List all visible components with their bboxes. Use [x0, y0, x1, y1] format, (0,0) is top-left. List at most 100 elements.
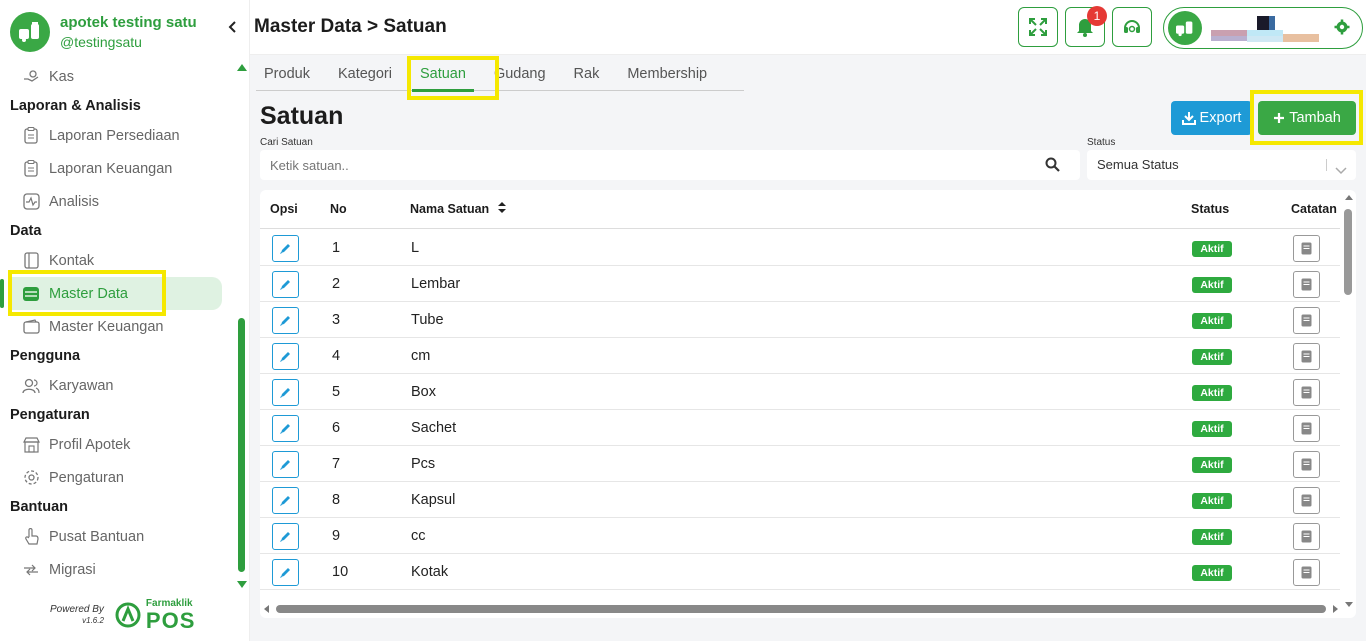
- search-input[interactable]: [260, 150, 1020, 180]
- pencil-icon: [280, 352, 290, 362]
- table-scroll-thumb[interactable]: [1344, 209, 1352, 295]
- satuan-name: L: [411, 240, 420, 256]
- sidebar-item-laporan-persediaan[interactable]: Laporan Persediaan: [0, 119, 222, 152]
- headset-icon: [1124, 20, 1140, 33]
- edit-button[interactable]: [272, 307, 299, 334]
- sidebar-menu: Kas Laporan & Analisis Laporan Persediaa…: [0, 60, 232, 586]
- edit-button[interactable]: [272, 271, 299, 298]
- pencil-icon: [280, 244, 290, 254]
- user-avatar: [1168, 11, 1202, 45]
- scroll-down-arrow-icon[interactable]: [237, 581, 247, 588]
- tab-rak[interactable]: Rak: [566, 58, 608, 90]
- brand: apotek testing satu @testingsatu: [10, 12, 197, 52]
- edit-button[interactable]: [272, 343, 299, 370]
- sidebar-item-pengaturan[interactable]: Pengaturan: [0, 461, 222, 494]
- tab-kategori[interactable]: Kategori: [330, 58, 400, 90]
- sidebar-item-profil-apotek[interactable]: Profil Apotek: [0, 428, 222, 461]
- support-button[interactable]: [1112, 7, 1152, 47]
- edit-button[interactable]: [272, 487, 299, 514]
- scroll-up-arrow-icon[interactable]: [237, 64, 247, 71]
- sidebar-item-label: Laporan Keuangan: [49, 160, 173, 177]
- pencil-icon: [280, 424, 290, 434]
- edit-button[interactable]: [272, 379, 299, 406]
- farmaklik-logo-icon: [115, 602, 141, 628]
- sidebar-scroll-thumb[interactable]: [238, 318, 245, 572]
- column-no: No: [330, 202, 347, 216]
- note-button[interactable]: [1293, 235, 1320, 262]
- satuan-name: Lembar: [411, 276, 461, 292]
- pharmacy-logo-icon: [1176, 21, 1193, 37]
- user-settings-gear-icon[interactable]: [1334, 19, 1350, 40]
- column-nama-satuan[interactable]: Nama Satuan: [410, 202, 506, 216]
- sidebar-item-migrasi[interactable]: Migrasi: [0, 553, 222, 586]
- note-button[interactable]: [1293, 415, 1320, 442]
- sidebar: apotek testing satu @testingsatu Kas Lap…: [0, 0, 250, 641]
- user-name-redacted: [1211, 16, 1319, 42]
- table-vertical-scrollbar[interactable]: [1342, 195, 1356, 607]
- row-number: 9: [332, 528, 341, 544]
- row-number: 6: [332, 420, 341, 436]
- note-button[interactable]: [1293, 307, 1320, 334]
- status-select[interactable]: Semua Status: [1087, 150, 1356, 180]
- table-hscroll-thumb[interactable]: [276, 605, 1326, 613]
- notification-button[interactable]: 1: [1065, 6, 1107, 47]
- satuan-name: Sachet: [411, 420, 457, 436]
- row-number: 1: [332, 240, 341, 256]
- clipboard-icon: [22, 160, 40, 178]
- note-button[interactable]: [1293, 487, 1320, 514]
- note-button[interactable]: [1293, 271, 1320, 298]
- note-button[interactable]: [1293, 451, 1320, 478]
- edit-button[interactable]: [272, 451, 299, 478]
- table-horizontal-scrollbar[interactable]: [262, 603, 1340, 615]
- scroll-up-arrow-icon[interactable]: [1345, 195, 1353, 200]
- note-button[interactable]: [1293, 379, 1320, 406]
- edit-button[interactable]: [272, 235, 299, 262]
- search-label: Cari Satuan: [260, 137, 313, 148]
- collapse-sidebar-button[interactable]: [228, 20, 238, 38]
- scroll-left-arrow-icon[interactable]: [264, 605, 269, 613]
- sidebar-item-laporan-keuangan[interactable]: Laporan Keuangan: [0, 152, 222, 185]
- activity-icon: [22, 193, 40, 211]
- edit-button[interactable]: [272, 523, 299, 550]
- table-row: 1 L Aktif: [260, 230, 1340, 266]
- pharmacy-logo-icon: [10, 12, 50, 52]
- pencil-icon: [280, 532, 290, 542]
- table-row: 10 Kotak Aktif: [260, 554, 1340, 590]
- clipboard-icon: [22, 127, 40, 145]
- note-button[interactable]: [1293, 523, 1320, 550]
- user-menu[interactable]: [1163, 7, 1363, 49]
- scroll-down-arrow-icon[interactable]: [1345, 602, 1353, 607]
- column-status: Status: [1191, 202, 1230, 216]
- edit-button[interactable]: [272, 415, 299, 442]
- sidebar-item-karyawan[interactable]: Karyawan: [0, 369, 222, 402]
- tab-membership[interactable]: Membership: [619, 58, 715, 90]
- sort-icon[interactable]: [497, 202, 506, 213]
- highlight-tambah-button: [1250, 90, 1363, 145]
- sidebar-item-kas[interactable]: Kas: [0, 60, 222, 93]
- pencil-icon: [280, 460, 290, 470]
- note-icon: [1301, 350, 1312, 363]
- powered-by: Powered By v1.6.2 Farmaklik POS: [50, 598, 195, 632]
- note-button[interactable]: [1293, 343, 1320, 370]
- satuan-name: cc: [411, 528, 426, 544]
- content-title: Satuan: [260, 102, 344, 130]
- sidebar-scrollbar[interactable]: [236, 64, 248, 588]
- row-number: 8: [332, 492, 341, 508]
- table-row: 7 Pcs Aktif: [260, 446, 1340, 482]
- fullscreen-button[interactable]: [1018, 7, 1058, 47]
- note-icon: [1301, 566, 1312, 579]
- sidebar-item-analisis[interactable]: Analisis: [0, 185, 222, 218]
- column-opsi: Opsi: [270, 202, 298, 216]
- tab-produk[interactable]: Produk: [256, 58, 318, 90]
- contact-book-icon: [22, 252, 40, 270]
- sidebar-item-pusat-bantuan[interactable]: Pusat Bantuan: [0, 520, 222, 553]
- status-badge: Aktif: [1192, 313, 1232, 329]
- search-icon[interactable]: [1045, 157, 1060, 177]
- edit-button[interactable]: [272, 559, 299, 586]
- note-icon: [1301, 422, 1312, 435]
- scroll-right-arrow-icon[interactable]: [1333, 605, 1338, 613]
- table-row: 5 Box Aktif: [260, 374, 1340, 410]
- export-button[interactable]: Export: [1171, 101, 1252, 135]
- note-button[interactable]: [1293, 559, 1320, 586]
- note-icon: [1301, 314, 1312, 327]
